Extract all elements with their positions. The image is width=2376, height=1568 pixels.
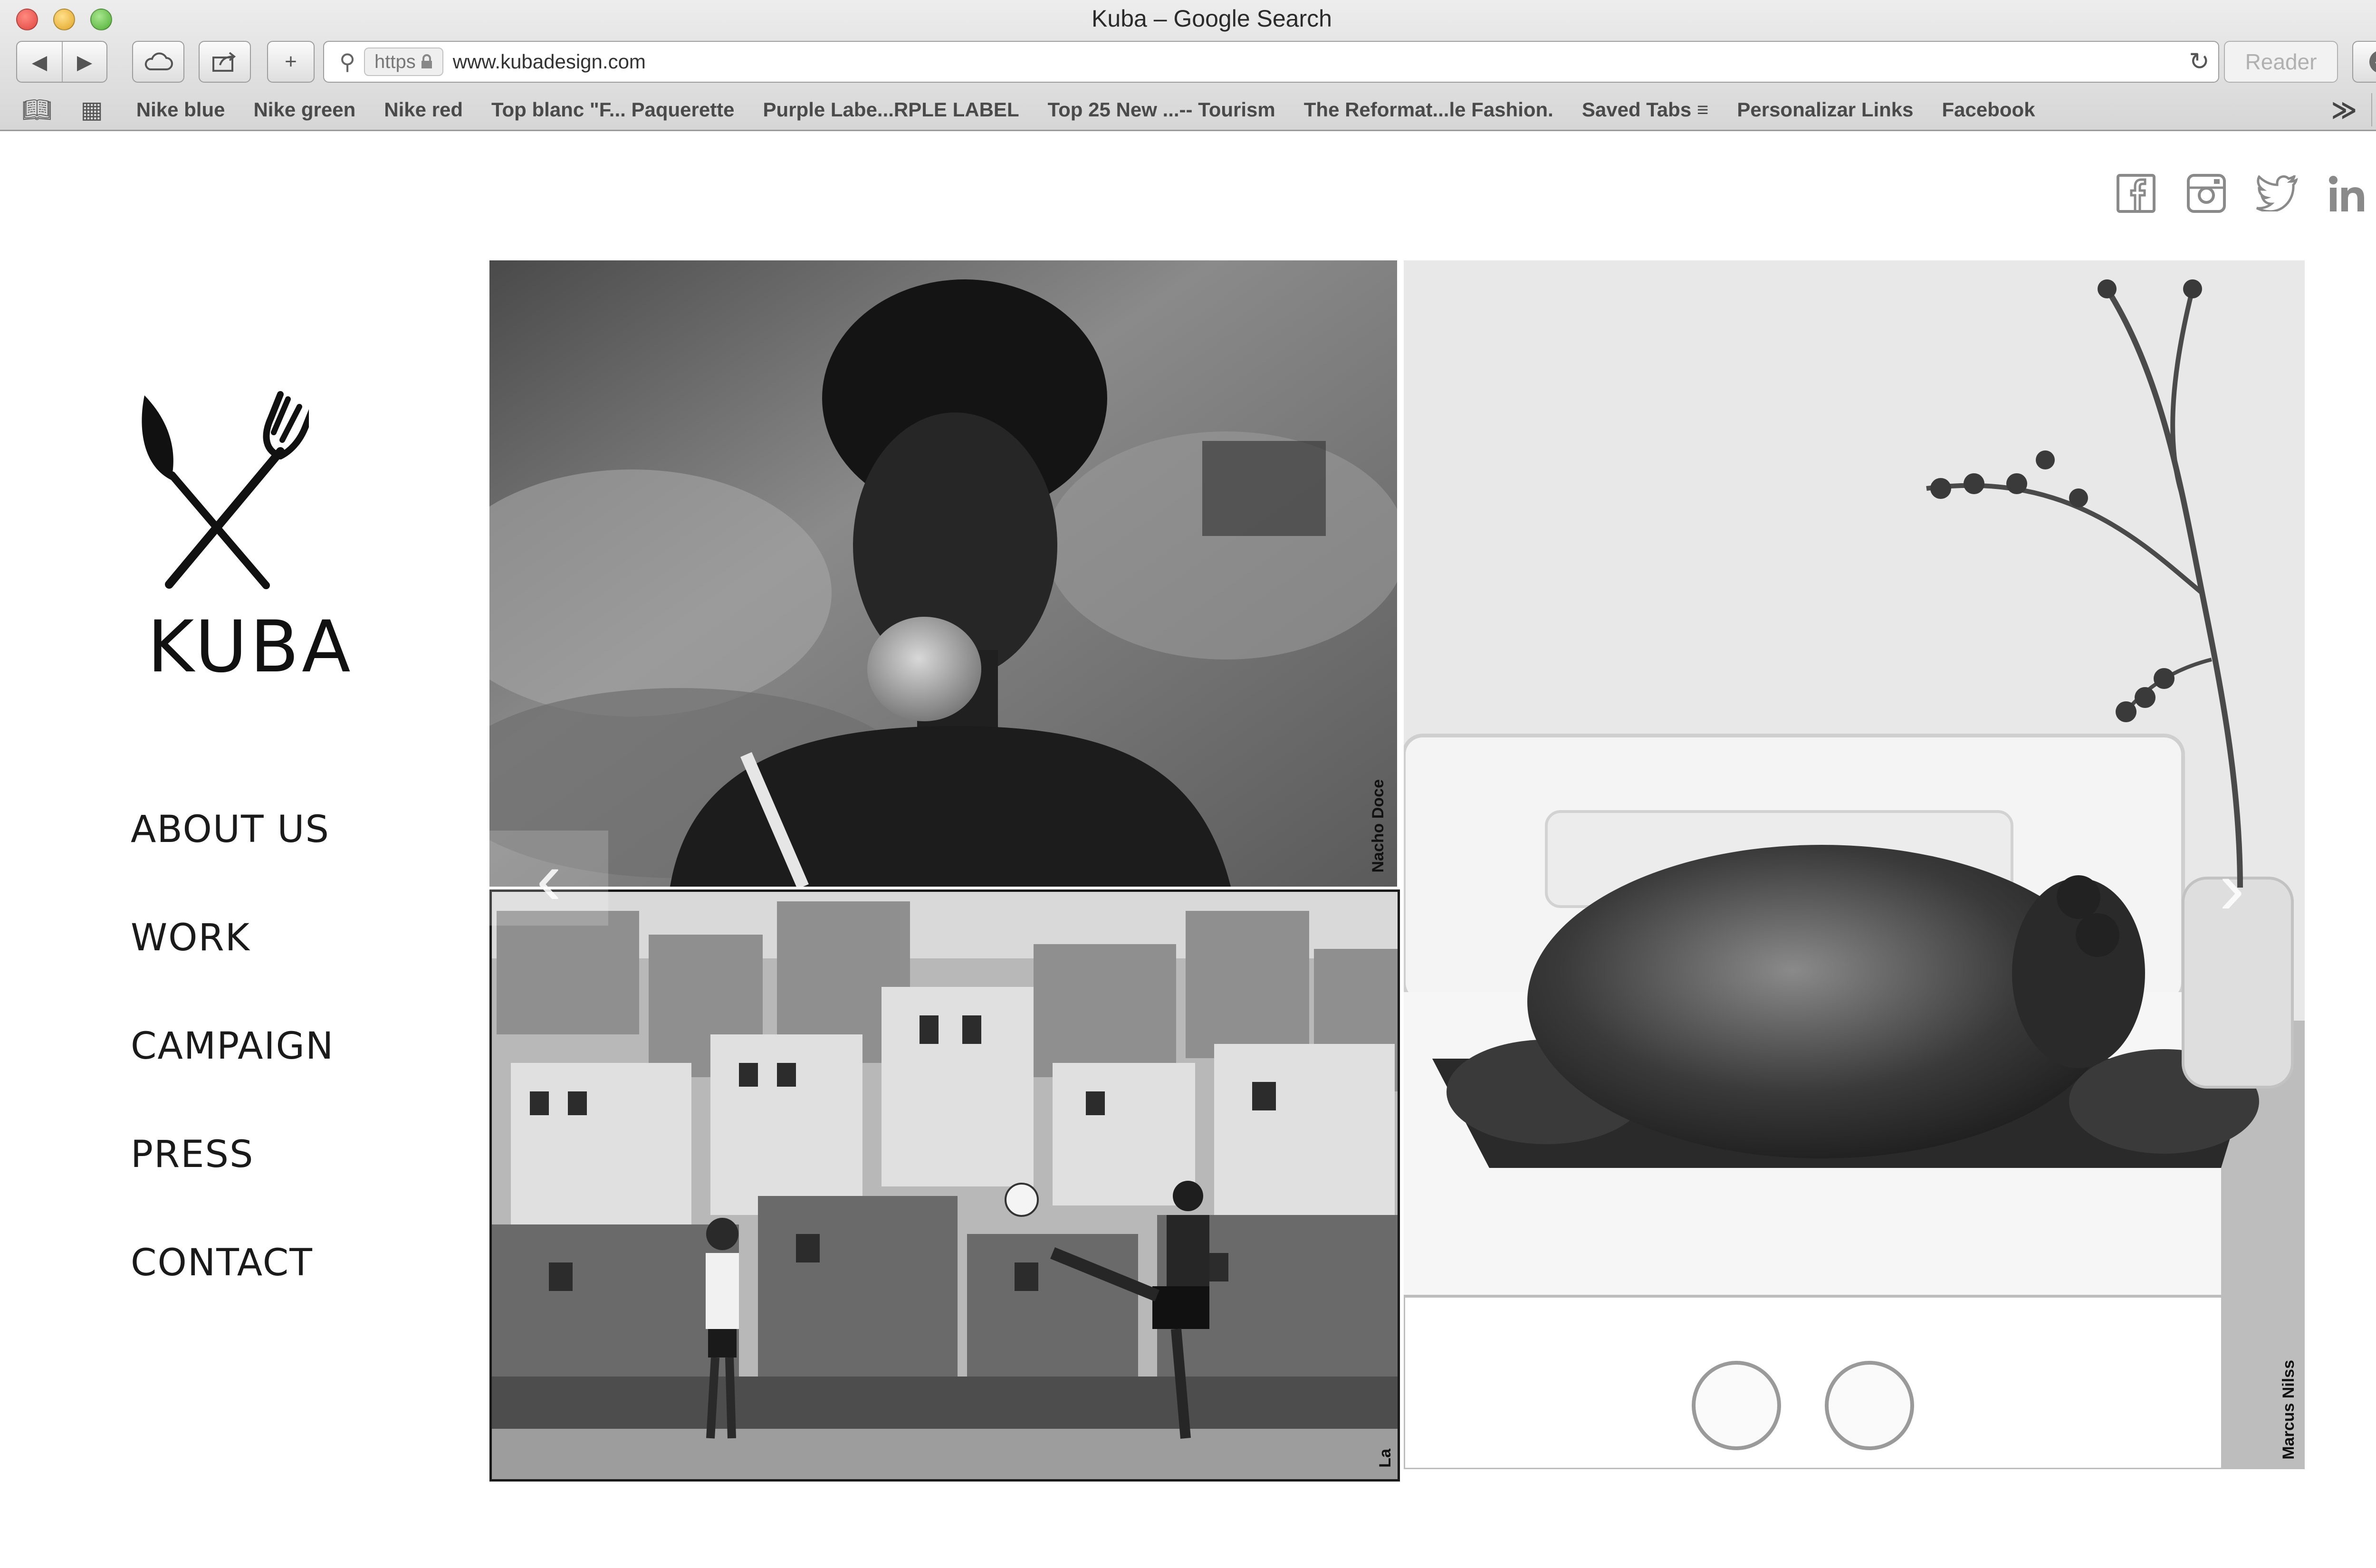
window-title: Kuba – Google Search — [1092, 5, 1332, 32]
nav-about-us[interactable]: ABOUT US — [131, 810, 334, 849]
bookmark-item[interactable]: Personalizar Links — [1737, 98, 1913, 121]
reading-list-icon[interactable]: 📖︎ — [22, 96, 52, 124]
search-icon: ⚲ — [339, 49, 355, 74]
browser-chrome: Kuba – Google Search ⤢ ◀ ▶ + ⚲ https — [0, 0, 2376, 131]
logo-wordmark: KUBA — [147, 606, 354, 688]
icloud-tabs-button[interactable] — [132, 41, 184, 83]
nav-work[interactable]: WORK — [131, 918, 334, 957]
bookmarks-bar: 📖︎ ▦ Nike blue Nike green Nike red Top blan… — [0, 93, 2376, 126]
main-nav: ABOUT US WORK CAMPAIGN PRESS CONTACT — [131, 810, 334, 1352]
bookmark-item[interactable]: Saved Tabs ≡ — [1582, 98, 1709, 121]
new-tab-button[interactable]: + — [267, 41, 315, 83]
photo-roast-turkey[interactable]: Marcus Nilss — [1404, 260, 2305, 1469]
photo-girl-image — [489, 260, 1397, 887]
share-icon — [212, 52, 236, 72]
bookmark-item[interactable]: Purple Labe...RPLE LABEL — [763, 98, 1019, 121]
bookmark-item[interactable]: Top blanc "F... Paquerette — [491, 98, 735, 121]
reload-icon[interactable]: ↻ — [2180, 48, 2218, 76]
photo-favela-image — [492, 892, 1398, 1479]
photo-girl-bubblegum[interactable]: Nacho Doce — [489, 260, 1397, 887]
share-button[interactable] — [199, 41, 251, 83]
add-tab-button[interactable]: + — [2371, 93, 2376, 126]
nav-campaign[interactable]: CAMPAIGN — [131, 1027, 334, 1066]
url-text: www.kubadesign.com — [452, 50, 646, 73]
social-links — [2115, 172, 2368, 215]
photo-gallery: Nacho Doce La Marcus Nilss ‹ › — [489, 260, 2305, 1482]
downloads-button[interactable] — [2352, 41, 2376, 83]
top-sites-grid-icon[interactable]: ▦ — [80, 96, 103, 124]
bookmark-item[interactable]: Nike blue — [136, 98, 225, 121]
back-forward-group: ◀ ▶ — [16, 41, 107, 83]
photo-credit-favela: La — [1376, 1449, 1394, 1468]
download-icon — [2369, 51, 2376, 72]
address-bar[interactable]: ⚲ https www.kubadesign.com ↻ — [323, 41, 2219, 83]
https-badge[interactable]: https — [364, 48, 443, 76]
photo-credit-girl: Nacho Doce — [1369, 779, 1387, 873]
linkedin-icon[interactable] — [2326, 172, 2368, 215]
bookmarks-overflow-icon[interactable]: ≫ — [2331, 96, 2357, 124]
photo-turkey-image — [1404, 260, 2305, 1469]
twitter-icon[interactable] — [2255, 172, 2298, 215]
browser-toolbar: ◀ ▶ + ⚲ https www.kubadesign.com ↻ Reade… — [0, 41, 2376, 86]
lock-icon — [421, 54, 432, 68]
kuba-logo[interactable]: KUBA — [138, 390, 351, 688]
bookmark-item[interactable]: Top 25 New ...-- Tourism — [1048, 98, 1275, 121]
bookmark-item[interactable]: The Reformat...le Fashion. — [1304, 98, 1553, 121]
reader-button[interactable]: Reader — [2224, 41, 2338, 83]
bookmark-item[interactable]: Nike red — [384, 98, 463, 121]
photo-favela-football[interactable]: La — [489, 889, 1400, 1482]
back-button[interactable]: ◀ — [17, 42, 62, 82]
nav-press[interactable]: PRESS — [131, 1135, 334, 1174]
instagram-icon[interactable] — [2185, 172, 2228, 215]
bookmarks-list: Nike blue Nike green Nike red Top blanc "F.… — [136, 98, 2035, 121]
gallery-next-arrow[interactable]: › — [2219, 850, 2244, 926]
bookmark-item[interactable]: Nike green — [253, 98, 355, 121]
cloud-icon — [144, 52, 173, 70]
gallery-prev-arrow[interactable]: ‹ — [489, 831, 608, 926]
photo-credit-turkey: Marcus Nilss — [2280, 1360, 2298, 1460]
https-label: https — [374, 51, 416, 72]
leaf-fork-logo-icon — [142, 391, 309, 589]
bookmark-item[interactable]: Facebook — [1942, 98, 2035, 121]
facebook-icon[interactable] — [2115, 172, 2157, 215]
nav-contact[interactable]: CONTACT — [131, 1243, 334, 1282]
forward-button[interactable]: ▶ — [62, 42, 106, 82]
